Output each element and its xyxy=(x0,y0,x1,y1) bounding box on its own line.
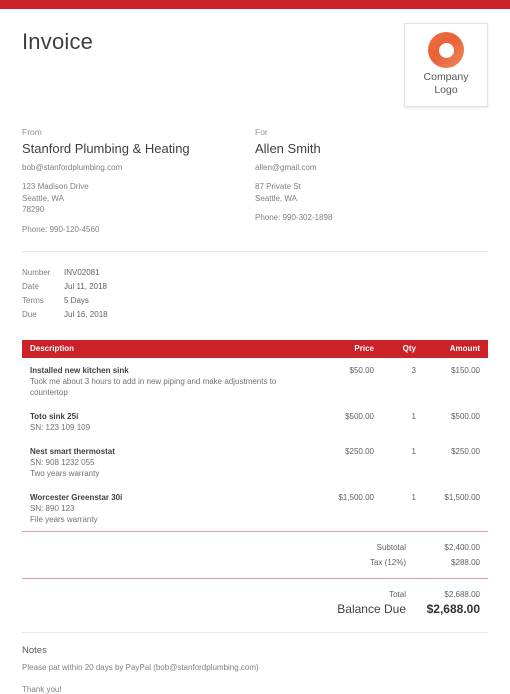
meta-value: 5 Days xyxy=(64,295,89,305)
item-name: Installed new kitchen sink xyxy=(30,365,129,375)
total-label: Total xyxy=(389,589,406,599)
from-email: bob@stanfordplumbing.com xyxy=(22,163,123,172)
meta-key: Terms xyxy=(22,295,44,305)
total-value: $2,688.00 xyxy=(444,589,480,599)
ring-logo-icon xyxy=(428,32,464,68)
page-title: Invoice xyxy=(22,29,94,54)
total-row: Total $2,688.00 xyxy=(22,587,488,602)
meta-key: Due xyxy=(22,309,37,319)
item-price: $250.00 xyxy=(345,446,374,456)
balance-due-value: $2,688.00 xyxy=(426,601,480,616)
column-header-qty: Qty xyxy=(402,344,416,353)
meta-value: Jul 11, 2018 xyxy=(64,281,107,291)
tax-value: $288.00 xyxy=(451,557,480,567)
item-subtext: SN: 123 109 109 xyxy=(30,422,91,432)
column-header-amount: Amount xyxy=(449,344,480,353)
parties-section: From Stanford Plumbing & Heating bob@sta… xyxy=(22,109,488,234)
column-header-description: Description xyxy=(30,344,75,353)
ring-logo-hole xyxy=(438,42,454,58)
item-name: Worcester Greenstar 30i xyxy=(30,492,123,502)
item-qty: 1 xyxy=(411,411,416,421)
invoice-meta: Number INV02081 Date Jul 11, 2018 Terms … xyxy=(22,252,488,322)
item-amount: $500.00 xyxy=(451,411,480,421)
table-row: Nest smart thermostat SN: 908 1232 055 T… xyxy=(22,439,488,485)
item-subtext: Two years warranty xyxy=(30,468,100,478)
from-address-line: 123 Madison Drive xyxy=(22,182,89,191)
column-header-price: Price xyxy=(354,344,374,353)
item-price: $500.00 xyxy=(345,411,374,421)
table-row: Worcester Greenstar 30i SN: 890 123 File… xyxy=(22,485,488,531)
notes-body: Please pat within 20 days by PayPal (bob… xyxy=(22,662,259,672)
logo-caption-line1: Company xyxy=(423,71,469,83)
meta-value: Jul 16, 2018 xyxy=(64,309,108,319)
item-subtext: File years warranty xyxy=(30,514,98,524)
balance-due-row: Balance Due $2,688.00 xyxy=(22,602,488,617)
item-subtext: Took me about 3 hours to add in new pipi… xyxy=(30,376,277,397)
for-name: Allen Smith xyxy=(255,141,321,156)
meta-row: Due Jul 16, 2018 xyxy=(22,308,488,322)
subtotal-row: Subtotal $2,400.00 xyxy=(22,540,488,555)
item-qty: 3 xyxy=(411,365,416,375)
item-price: $50.00 xyxy=(349,365,374,375)
invoice-header: Invoice Company Logo xyxy=(22,9,488,109)
tax-row: Tax (12%) $288.00 xyxy=(22,555,488,570)
company-logo-box: Company Logo xyxy=(404,23,488,107)
for-phone: Phone: 990-302-1898 xyxy=(255,213,333,222)
item-amount: $250.00 xyxy=(451,446,480,456)
subtotal-label: Subtotal xyxy=(376,542,406,552)
item-qty: 1 xyxy=(411,492,416,502)
from-phone: Phone: 990-120-4560 xyxy=(22,224,100,234)
logo-caption-line2: Logo xyxy=(434,84,458,96)
meta-value: INV02081 xyxy=(64,267,100,277)
for-label: For xyxy=(255,127,268,137)
notes-thanks: Thank you! xyxy=(22,684,62,694)
item-subtext: SN: 890 123 xyxy=(30,503,75,513)
table-row: Toto sink 25i SN: 123 109 109 $500.00 1 … xyxy=(22,404,488,439)
tax-label: Tax (12%) xyxy=(369,557,406,567)
subtotal-value: $2,400.00 xyxy=(444,542,480,552)
invoice-page: Invoice Company Logo From Stanford Plumb… xyxy=(0,9,510,694)
table-header-row: Description Price Qty Amount xyxy=(22,339,488,358)
item-description-cell: Nest smart thermostat SN: 908 1232 055 T… xyxy=(30,446,312,479)
item-qty: 1 xyxy=(411,446,416,456)
item-subtext: SN: 908 1232 055 xyxy=(30,457,95,467)
from-name: Stanford Plumbing & Heating xyxy=(22,141,190,156)
item-description-cell: Toto sink 25i SN: 123 109 109 xyxy=(30,411,312,433)
logo-caption: Company Logo xyxy=(424,71,469,97)
item-price: $1,500.00 xyxy=(338,492,374,502)
meta-key: Date xyxy=(22,281,39,291)
item-description-cell: Installed new kitchen sink Took me about… xyxy=(30,365,312,398)
meta-row: Number INV02081 xyxy=(22,266,488,280)
item-name: Nest smart thermostat xyxy=(30,446,115,456)
item-name: Toto sink 25i xyxy=(30,411,79,421)
from-address-line: 78290 xyxy=(22,205,45,214)
for-block: For Allen Smith allen@gmail.com 87 Priva… xyxy=(255,127,488,234)
from-label: From xyxy=(22,127,42,137)
meta-row: Terms 5 Days xyxy=(22,294,488,308)
notes-title: Notes xyxy=(22,644,47,656)
balance-due-label: Balance Due xyxy=(337,601,406,616)
item-amount: $1,500.00 xyxy=(444,492,480,502)
accent-top-bar xyxy=(0,0,510,9)
for-email: allen@gmail.com xyxy=(255,163,317,172)
meta-row: Date Jul 11, 2018 xyxy=(22,280,488,294)
table-row: Installed new kitchen sink Took me about… xyxy=(22,358,488,404)
final-totals-section: Total $2,688.00 Balance Due $2,688.00 xyxy=(22,579,488,617)
for-address-line: 87 Private St xyxy=(255,182,301,191)
item-amount: $150.00 xyxy=(451,365,480,375)
item-description-cell: Worcester Greenstar 30i SN: 890 123 File… xyxy=(30,492,312,525)
meta-key: Number xyxy=(22,267,51,277)
from-block: From Stanford Plumbing & Heating bob@sta… xyxy=(22,127,255,234)
from-address-line: Seattle, WA xyxy=(22,193,64,203)
notes-section: Notes Please pat within 20 days by PayPa… xyxy=(22,633,488,694)
for-address-line: Seattle, WA xyxy=(255,193,297,203)
line-items-table: Description Price Qty Amount Installed n… xyxy=(22,339,488,531)
totals-section: Subtotal $2,400.00 Tax (12%) $288.00 xyxy=(22,532,488,570)
